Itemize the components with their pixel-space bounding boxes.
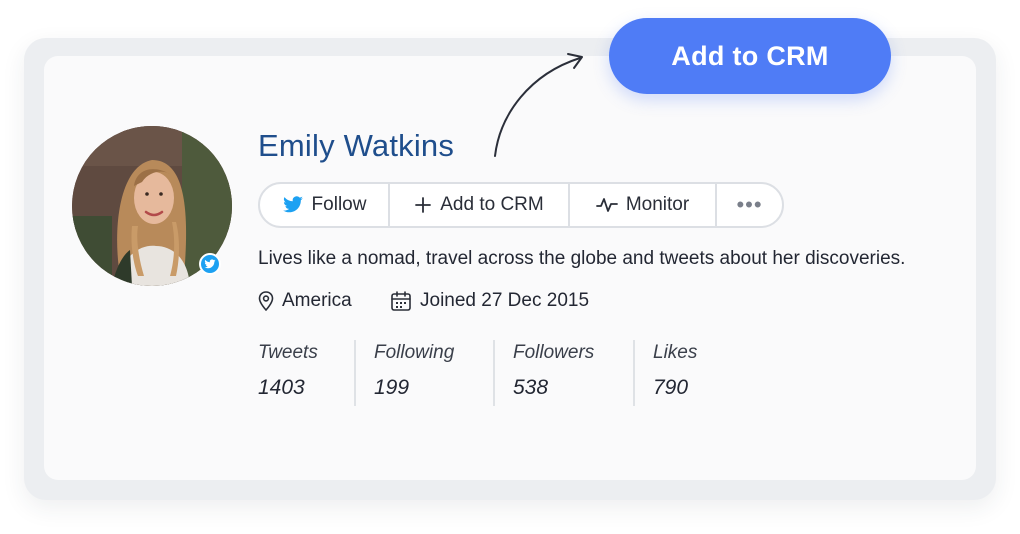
stat-value: 1403 (258, 376, 305, 399)
add-to-crm-cta-button[interactable]: Add to CRM (609, 18, 891, 94)
add-to-crm-button[interactable]: Add to CRM (390, 184, 570, 226)
add-to-crm-label: Add to CRM (440, 194, 544, 215)
location-row: America (258, 290, 352, 312)
stat-label: Tweets (258, 342, 318, 363)
follow-button[interactable]: Follow (260, 184, 390, 226)
profile-bio: Lives like a nomad, travel across the gl… (258, 248, 906, 269)
pulse-icon (595, 198, 618, 212)
stat-value: 538 (513, 376, 549, 399)
follow-label: Follow (311, 194, 367, 215)
plus-icon (415, 197, 432, 213)
stat-label: Following (374, 342, 455, 363)
stat-label: Likes (653, 342, 698, 363)
joined-row: Joined 27 Dec 2015 (390, 290, 589, 312)
stat-likes[interactable]: Likes 790 (653, 340, 743, 406)
more-options-button[interactable]: ••• (717, 184, 782, 226)
location-text: America (282, 290, 352, 311)
profile-stats: Tweets 1403 Following 199 Followers 538 … (258, 340, 761, 406)
monitor-label: Monitor (625, 194, 690, 215)
stat-following[interactable]: Following 199 (374, 340, 495, 406)
joined-text: Joined 27 Dec 2015 (420, 290, 590, 311)
monitor-button[interactable]: Monitor (570, 184, 717, 226)
stat-followers[interactable]: Followers 538 (513, 340, 635, 406)
twitter-badge-icon (199, 253, 221, 275)
calendar-icon (391, 291, 411, 311)
more-dots-icon: ••• (736, 192, 763, 217)
stat-label: Followers (513, 342, 595, 363)
profile-action-group: Follow Add to CRM Monitor ••• (258, 182, 784, 228)
profile-name: Emily Watkins (258, 128, 455, 163)
location-pin-icon (258, 291, 274, 311)
pointer-arrow-icon (494, 53, 583, 157)
stat-value: 790 (653, 376, 689, 399)
twitter-bird-icon (282, 196, 303, 213)
stat-tweets[interactable]: Tweets 1403 (258, 340, 356, 406)
stat-value: 199 (374, 376, 410, 399)
